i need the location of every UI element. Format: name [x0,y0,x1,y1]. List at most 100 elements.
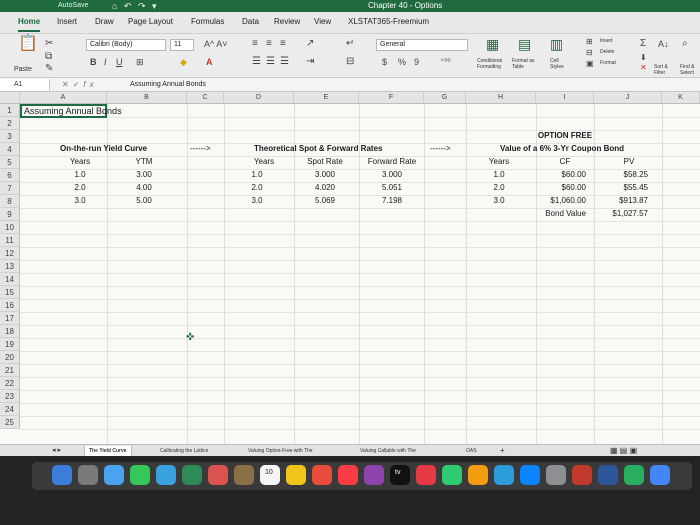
clear-icon[interactable]: ✕ [640,62,647,74]
sort-filter-icon[interactable]: A↓ [658,38,669,50]
forward-rate-header[interactable]: Forward Rate [362,156,422,168]
fill-color-icon[interactable]: ◆ [180,56,187,68]
format-as-table-button[interactable]: Format as Table [512,58,542,70]
tab-home[interactable]: Home [18,16,41,32]
sheet-nav-arrows[interactable]: ◂ ▸ [52,446,61,456]
row-header[interactable]: 2 [0,117,20,130]
align-middle-icon[interactable]: ≡ [266,38,272,50]
select-all-corner[interactable] [0,92,20,104]
spot-rate-cell[interactable]: 5.069 [300,195,350,207]
yield-ytm-header[interactable]: YTM [124,156,164,168]
row-header[interactable]: 9 [0,208,20,221]
conditional-formatting-button[interactable]: Conditional Formatting [477,58,513,70]
find-icon[interactable]: ⌕ [682,38,688,50]
option-years-header[interactable]: Years [476,156,522,168]
row-header[interactable]: 24 [0,403,20,416]
align-left-icon[interactable]: ☰ [252,56,261,68]
spot-rate-header[interactable]: Spot Rate [300,156,350,168]
column-header[interactable]: K [662,92,700,104]
forward-rate-cell[interactable]: 7.198 [362,195,422,207]
yield-ytm-cell[interactable]: 4.00 [124,182,164,194]
column-header[interactable]: D [224,92,294,104]
format-cells-icon[interactable]: ▣ [586,58,594,70]
word-icon[interactable] [598,465,618,485]
paste-button[interactable]: Paste [14,66,32,73]
reminders-icon[interactable] [312,465,332,485]
yield-years-cell[interactable]: 2.0 [60,182,100,194]
decimal-icon[interactable]: ⁺⁰⁰ [440,56,451,68]
option-cf-header[interactable]: CF [540,156,590,168]
spreadsheet-grid[interactable]: A B C D E F G H I J K 1 2 3 4 5 6 7 8 9 … [0,92,700,444]
spot-years-header[interactable]: Years [244,156,284,168]
bond-value-cell[interactable]: $1,027.57 [598,208,648,220]
messages-icon[interactable] [130,465,150,485]
row-header[interactable]: 20 [0,351,20,364]
row-header[interactable]: 8 [0,195,20,208]
row-header[interactable]: 19 [0,338,20,351]
option-years-cell[interactable]: 2.0 [476,182,522,194]
formula-input[interactable]: Assuming Annual Bonds [130,79,206,91]
align-center-icon[interactable]: ☰ [266,56,275,68]
cell-styles-button[interactable]: Cell Styles [550,58,572,70]
option-pv-cell[interactable]: $913.87 [598,195,648,207]
tab-draw[interactable]: Draw [95,16,114,28]
row-header[interactable]: 12 [0,247,20,260]
underline-icon[interactable]: U [116,56,123,68]
font-color-icon[interactable]: A [206,56,213,68]
sheet-tab[interactable]: Valuing Callable with The [360,446,416,456]
powerpoint-icon[interactable] [572,465,592,485]
font-grow-icon[interactable]: A^ A˅ [204,38,228,50]
bond-value-title[interactable]: Value of a 6% 3-Yr Coupon Bond [500,143,650,155]
autosum-icon[interactable]: Σ [640,38,646,50]
sheet-tab[interactable]: Valuing Option-Free with The [248,446,313,456]
align-right-icon[interactable]: ☰ [280,56,289,68]
yield-ytm-cell[interactable]: 5.00 [124,195,164,207]
autosave-label[interactable]: AutoSave [58,0,88,12]
font-name-field[interactable]: Calibri (Body) [86,39,166,51]
name-box[interactable]: A1 [0,79,50,91]
format-painter-icon[interactable]: ✎ [45,63,53,75]
row-header[interactable]: 23 [0,390,20,403]
italic-icon[interactable]: I [104,56,107,68]
yield-curve-title[interactable]: On-the-run Yield Curve [60,143,170,155]
forward-rate-cell[interactable]: 3.000 [362,169,422,181]
tab-data[interactable]: Data [242,16,259,28]
number-format-select[interactable]: General [376,39,468,51]
music-icon[interactable] [338,465,358,485]
merge-center-icon[interactable]: ⊟ [346,56,354,68]
news-icon[interactable] [416,465,436,485]
spot-years-cell[interactable]: 3.0 [244,195,270,207]
row-header[interactable]: 22 [0,377,20,390]
app-store-icon[interactable] [520,465,540,485]
spot-years-cell[interactable]: 1.0 [244,169,270,181]
bold-icon[interactable]: B [90,56,97,68]
row-header[interactable]: 14 [0,273,20,286]
column-header[interactable]: A [20,92,107,104]
sort-filter-button[interactable]: Sort & Filter [654,64,676,76]
row-header[interactable]: 6 [0,169,20,182]
row-header[interactable]: 15 [0,286,20,299]
numbers-icon[interactable] [442,465,462,485]
quick-access-icons[interactable]: ⌂ ↶ ↷ ▾ [112,0,159,12]
column-header[interactable]: C [187,92,224,104]
spot-years-cell[interactable]: 2.0 [244,182,270,194]
indent-icon[interactable]: ⇥ [306,56,314,68]
sheet-tab[interactable]: Calibrating the Lattice [160,446,208,456]
option-cf-cell[interactable]: $1,060.00 [536,195,586,207]
tab-page-layout[interactable]: Page Layout [128,16,173,28]
arrow-cell[interactable]: ------> [190,143,211,155]
column-header[interactable]: E [294,92,359,104]
wrap-text-icon[interactable]: ↵ [346,38,354,50]
row-header[interactable]: 25 [0,416,20,429]
yield-years-cell[interactable]: 1.0 [60,169,100,181]
column-header[interactable]: F [359,92,424,104]
yield-years-cell[interactable]: 3.0 [60,195,100,207]
column-header[interactable]: I [536,92,594,104]
orientation-icon[interactable]: ↗ [306,38,314,50]
cell-a1[interactable]: Assuming Annual Bonds [20,104,122,118]
conditional-formatting-icon[interactable]: ▦ [486,37,499,51]
align-top-icon[interactable]: ≡ [252,38,258,50]
system-preferences-icon[interactable] [546,465,566,485]
tab-review[interactable]: Review [274,16,300,28]
spot-forward-title[interactable]: Theoretical Spot & Forward Rates [254,143,404,155]
